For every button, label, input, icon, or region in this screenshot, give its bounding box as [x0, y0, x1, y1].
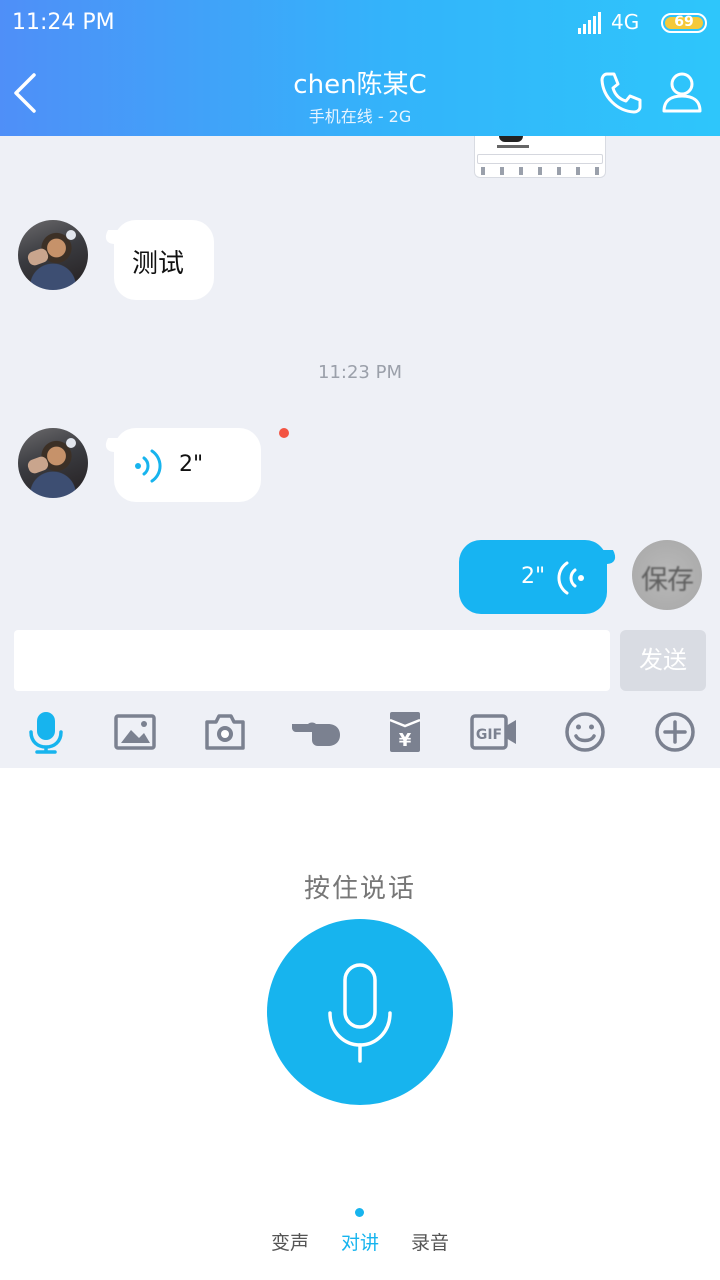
- thumbnail-content: [481, 167, 599, 175]
- signal-icon: [578, 12, 601, 34]
- incoming-voice-bubble[interactable]: 2": [114, 428, 261, 502]
- outgoing-voice-bubble[interactable]: 2": [459, 540, 607, 614]
- contact-avatar[interactable]: [18, 428, 88, 498]
- voice-duration: 2": [179, 452, 204, 477]
- poke-icon[interactable]: [290, 710, 342, 754]
- hold-to-talk-label: 按住说话: [303, 874, 416, 904]
- profile-icon[interactable]: [660, 70, 704, 114]
- thumbnail-content: [497, 145, 529, 148]
- plus-icon[interactable]: [653, 710, 697, 754]
- red-packet-icon[interactable]: ¥: [383, 710, 427, 754]
- chat-title[interactable]: chen陈某C: [160, 64, 560, 101]
- my-avatar[interactable]: 保存: [632, 540, 702, 610]
- back-icon[interactable]: [12, 72, 38, 114]
- voice-wave-icon: [557, 561, 584, 595]
- camera-icon[interactable]: [203, 710, 247, 754]
- incoming-text-bubble[interactable]: 测试: [114, 220, 214, 300]
- voice-panel: 按住说话 变声 对讲 录音: [0, 768, 720, 1280]
- mode-voice-change[interactable]: 变声: [271, 1228, 309, 1255]
- gif-icon[interactable]: GIF: [470, 710, 518, 754]
- status-time: 11:24 PM: [12, 10, 115, 35]
- chat-subtitle: 手机在线 - 2G: [308, 107, 412, 126]
- mode-record[interactable]: 录音: [411, 1228, 449, 1255]
- chat-header: 11:24 PM 4G 69 chen陈某C 手机在线 - 2G: [0, 0, 720, 136]
- battery-percent: 69: [674, 14, 694, 30]
- avatar-photo-detail: [26, 455, 50, 475]
- input-toolbar: ¥ GIF: [0, 698, 720, 768]
- contact-avatar[interactable]: [18, 220, 88, 290]
- emoji-icon[interactable]: [563, 710, 607, 754]
- battery-icon: 69: [661, 13, 707, 33]
- unread-dot: [279, 428, 289, 438]
- mic-icon[interactable]: [24, 710, 68, 754]
- mode-walkie-talkie[interactable]: 对讲: [341, 1228, 379, 1255]
- svg-text:¥: ¥: [399, 730, 412, 751]
- message-input[interactable]: [14, 630, 610, 691]
- image-icon[interactable]: [113, 710, 157, 754]
- mode-indicator-dot: [355, 1208, 364, 1217]
- phone-call-icon[interactable]: [598, 70, 644, 116]
- avatar-text: 保存: [641, 565, 694, 596]
- voice-wave-icon: [135, 449, 162, 483]
- message-text: 测试: [132, 249, 185, 279]
- microphone-icon: [328, 963, 392, 1063]
- voice-duration: 2": [521, 564, 546, 589]
- thumbnail-content: [499, 136, 523, 142]
- avatar-photo-detail: [66, 438, 76, 448]
- hold-to-talk-button[interactable]: [267, 919, 453, 1105]
- svg-text:GIF: GIF: [476, 727, 502, 743]
- send-button[interactable]: 发送: [620, 630, 706, 691]
- message-timestamp: 11:23 PM: [318, 362, 402, 383]
- avatar-photo-detail: [26, 247, 50, 267]
- avatar-photo-detail: [66, 230, 76, 240]
- thumbnail-content: [477, 154, 603, 164]
- network-type: 4G: [611, 10, 640, 34]
- image-message-thumbnail[interactable]: [474, 136, 606, 178]
